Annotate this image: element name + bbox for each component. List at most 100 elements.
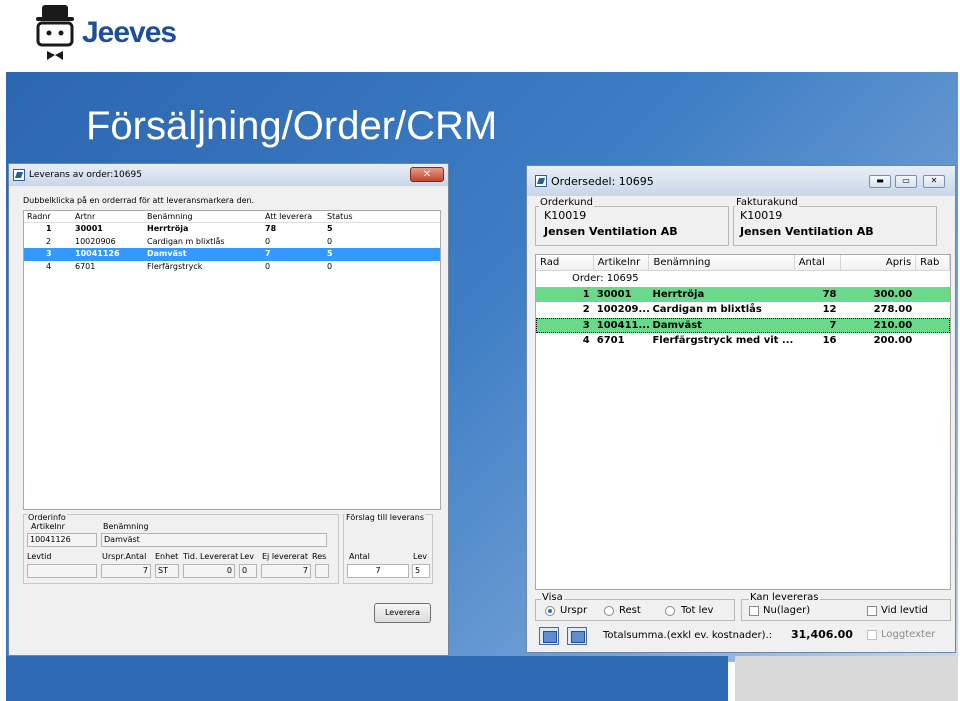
table-row[interactable]: 4 6701 Flerfärgstryck 0 0 [24,261,440,274]
cell-rad: 4 [582,335,590,346]
cell-rab [916,318,950,334]
cell-radnr: 2 [46,236,52,246]
cell-artikelnr: 100209... [596,304,650,315]
order-lines-grid[interactable]: Rad Artikelnr Benämning Antal Apris Rab … [535,254,951,590]
col-rad[interactable]: Rad [536,255,594,270]
cell-benamning: Herrtröja [147,224,189,233]
table-row[interactable]: 2 10020906 Cardigan m blixtlås 0 0 [24,236,440,249]
table-row[interactable]: 2 100209... Cardigan m blixtlås 12 278.0… [536,302,950,318]
view-toggle-1-icon[interactable] [539,627,559,645]
orderkund-id: K10019 [544,209,587,222]
cell-apris: 278.00 [873,304,913,315]
grid-header: Radnr Artnr Benämning Att leverera Statu… [24,211,440,223]
table-row-selected[interactable]: 3 100411... Damväst 7 210.00 [536,317,950,334]
table-row-selected[interactable]: 3 10041126 Damväst 7 5 [24,248,440,261]
forslag-antal-field[interactable]: 7 [347,564,409,578]
cell-rab [916,302,950,318]
orderinfo-label: Orderinfo [27,513,67,522]
totalsumma-label: Totalsumma.(exkl ev. kostnader).: [603,630,773,641]
radio-rest[interactable] [604,606,614,616]
table-row[interactable]: 4 6701 Flerfärgstryck med vit ... 16 200… [536,333,950,349]
radio-urspr[interactable] [545,606,555,616]
benamning-field[interactable]: Damväst [101,533,327,547]
enhet-field[interactable]: ST [155,564,179,578]
cell-antal: 12 [822,304,837,315]
cell-rad: 3 [582,319,590,331]
col-radnr[interactable]: Radnr [24,211,72,222]
col-antal[interactable]: Antal [795,255,841,270]
col-att-leverera[interactable]: Att leverera [262,211,324,222]
res-field[interactable] [315,564,329,578]
radio-urspr-label: Urspr [560,605,588,616]
minimize-icon[interactable]: ▬ [869,175,891,188]
cell-apris: 210.00 [873,319,913,331]
cell-radnr: 3 [46,249,52,258]
forslag-label: Förslag till leverans [345,513,425,522]
urspr-antal-label: Urspr.Antal [102,552,147,561]
hint-text: Dubbelklicka på en orderrad för att leve… [23,196,255,205]
tid-levererat-field[interactable]: 0 [183,564,235,578]
ej-levererat-field[interactable]: 7 [261,564,311,578]
window-title: Ordersedel: 10695 [551,174,654,188]
totalsumma-value: 31,406.00 [791,628,853,641]
kan-levereras-label: Kan levereras [749,592,820,603]
loggtexter-label: Loggtexter [881,629,936,640]
artikelnr-field[interactable]: 10041126 [27,533,97,547]
cell-artikelnr: 30001 [596,288,632,300]
delivery-grid[interactable]: Radnr Artnr Benämning Att leverera Statu… [23,210,441,510]
footer-bar-grey [735,656,958,701]
tree-node-order[interactable]: Order: 10695 [536,271,950,287]
cell-radnr: 4 [46,261,52,271]
radio-tot-lev[interactable] [665,606,675,616]
cell-radnr: 1 [46,224,52,233]
lev-field[interactable]: 0 [239,564,257,578]
cell-att-leverera: 0 [265,261,271,271]
nu-lager-checkbox[interactable] [749,606,759,616]
col-artnr[interactable]: Artnr [72,211,144,222]
cell-antal: 78 [822,288,837,300]
app-icon [535,175,547,187]
ej-levererat-label: Ej levererat [262,552,308,561]
col-rab[interactable]: Rab [916,255,950,270]
forslag-lev-field[interactable]: 5 [412,564,430,578]
maximize-icon[interactable]: ▭ [895,175,917,188]
table-row[interactable]: 1 30001 Herrtröja 78 300.00 [536,286,950,302]
visa-label: Visa [541,592,564,603]
col-benamning[interactable]: Benämning [144,211,262,222]
jeeves-logo: Jeeves [32,2,177,64]
loggtexter-checkbox[interactable] [867,630,877,640]
col-benamning[interactable]: Benämning [649,255,795,270]
cell-artnr: 10020906 [75,236,116,246]
view-toggle-2-icon[interactable] [567,627,587,645]
cell-artnr: 30001 [75,224,103,233]
vid-levtid-label: Vid levtid [881,605,928,616]
tid-levererat-label: Tid. Levererat [183,552,239,561]
leverera-button[interactable]: Leverera [374,603,431,623]
cell-benamning: Cardigan m blixtlås [652,304,762,315]
col-apris[interactable]: Apris [841,255,917,270]
vid-levtid-checkbox[interactable] [867,606,877,616]
close-button[interactable]: ✕ [410,167,444,182]
brand-name: Jeeves [82,16,177,49]
lev-label: Lev [240,552,254,561]
leverans-titlebar[interactable]: Leverans av order:10695 ✕ [9,164,448,186]
cell-artnr: 6701 [75,261,96,271]
artikelnr-label: Artikelnr [31,522,65,531]
cell-antal: 16 [822,335,837,346]
footer-bar [6,656,728,701]
cell-apris: 200.00 [873,335,913,346]
butler-icon [36,5,74,60]
cell-status: 5 [327,249,333,258]
cell-att-leverera: 7 [265,249,271,258]
radio-tot-lev-label: Tot lev [681,605,714,616]
close-icon[interactable]: ✕ [923,175,945,188]
levtid-field[interactable] [27,564,97,578]
cell-benamning: Damväst [147,249,187,258]
cell-att-leverera: 78 [265,224,277,233]
col-status[interactable]: Status [324,211,384,222]
col-artikelnr[interactable]: Artikelnr [594,255,650,270]
ordersedel-titlebar[interactable]: Ordersedel: 10695 ▬ ▭ ✕ [527,166,955,196]
table-row[interactable]: 1 30001 Herrtröja 78 5 [24,223,440,236]
res-label: Res [312,552,327,561]
urspr-antal-field[interactable]: 7 [101,564,151,578]
